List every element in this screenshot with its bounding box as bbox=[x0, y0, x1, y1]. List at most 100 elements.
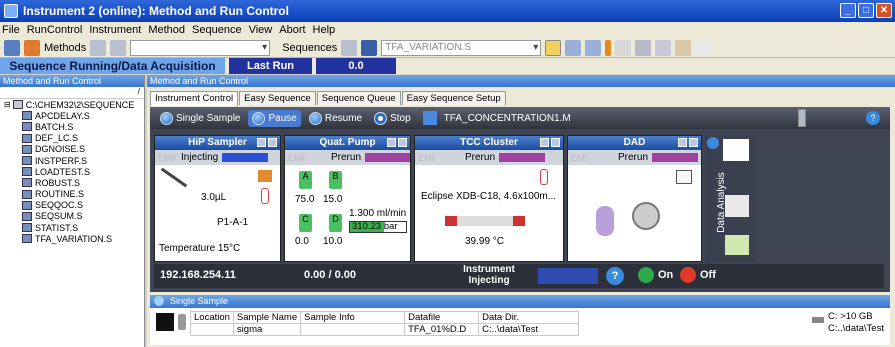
off-icon[interactable] bbox=[680, 267, 696, 283]
left-panel: Method and Run Control / ⊟ C:\CHEM32\2\SE… bbox=[0, 75, 145, 347]
modules-row: HiP Sampler EMF Injecting 3.0µL P1-A-1 Te… bbox=[154, 135, 757, 262]
dad-min-button[interactable] bbox=[678, 138, 687, 147]
preview-icon[interactable] bbox=[615, 39, 632, 56]
view3-icon[interactable] bbox=[585, 39, 602, 56]
tree-item[interactable]: DEF_LC.S bbox=[4, 133, 144, 144]
tree-item[interactable]: SEQQOC.S bbox=[4, 200, 144, 211]
chromatogram-icon bbox=[723, 139, 749, 161]
single-sample-button[interactable]: Single Sample bbox=[156, 110, 244, 127]
sequence-file-icon bbox=[22, 167, 32, 177]
single-sample-panel: Single Sample Location Sample Name Sampl… bbox=[150, 295, 890, 345]
tree-item[interactable]: ROBUST.S bbox=[4, 177, 144, 188]
info-icon[interactable] bbox=[695, 39, 712, 56]
method-icon[interactable] bbox=[24, 39, 40, 56]
menu-file[interactable]: File bbox=[2, 24, 20, 36]
view2-icon[interactable] bbox=[565, 39, 582, 56]
edit-icon[interactable] bbox=[655, 39, 672, 56]
spectrum-icon[interactable] bbox=[676, 170, 692, 184]
tab-easy-sequence-setup[interactable]: Easy Sequence Setup bbox=[401, 91, 506, 105]
tree-root[interactable]: ⊟ C:\CHEM32\2\SEQUENCE bbox=[4, 99, 144, 110]
menu-sequence[interactable]: Sequence bbox=[192, 24, 242, 36]
save-method-icon[interactable] bbox=[110, 39, 127, 56]
load-sequence-icon[interactable] bbox=[341, 39, 358, 56]
tab-sequence-queue[interactable]: Sequence Queue bbox=[316, 91, 401, 105]
help-icon[interactable]: ? bbox=[866, 111, 880, 125]
hip-sampler-module[interactable]: HiP Sampler EMF Injecting 3.0µL P1-A-1 Te… bbox=[154, 135, 281, 262]
solvent-c-value: 0.0 bbox=[295, 236, 309, 247]
layout-icon[interactable] bbox=[545, 39, 562, 56]
minimize-button[interactable]: _ bbox=[840, 3, 856, 18]
pump-header: Quat. Pump bbox=[285, 136, 410, 150]
tree-item[interactable]: APCDELAY.S bbox=[4, 110, 144, 121]
instrument-state-bar bbox=[538, 268, 598, 284]
control-bar: Single Sample Pause Resume Stop TFA_CONC… bbox=[150, 107, 890, 129]
print-icon[interactable] bbox=[635, 39, 652, 56]
tree-item[interactable]: INSTPERF.S bbox=[4, 155, 144, 166]
stop-icon bbox=[374, 111, 388, 125]
run-status-bar: Sequence Running/Data Acquisition Last R… bbox=[0, 58, 895, 74]
instrument-control-area: Single Sample Pause Resume Stop TFA_CONC… bbox=[150, 107, 890, 292]
menu-runcontrol[interactable]: RunControl bbox=[27, 24, 83, 36]
method-combo[interactable] bbox=[130, 39, 271, 56]
tree-item[interactable]: TFA_VARIATION.S bbox=[4, 233, 144, 244]
on-icon[interactable] bbox=[638, 267, 654, 283]
bar-icon[interactable] bbox=[605, 39, 612, 56]
on-button[interactable]: On bbox=[658, 269, 673, 281]
dad-status-bar bbox=[652, 153, 699, 162]
pressure-gauge: 310.23 bar bbox=[349, 221, 407, 233]
resume-icon bbox=[308, 111, 322, 125]
tcc-cluster-module[interactable]: TCC Cluster EMF Prerun Eclipse XDB-C18, 4… bbox=[414, 135, 564, 262]
tree-item[interactable]: ROUTINE.S bbox=[4, 189, 144, 200]
close-button[interactable]: ✕ bbox=[876, 3, 892, 18]
collapse-icon[interactable] bbox=[154, 296, 164, 306]
tcc-min-button[interactable] bbox=[540, 138, 549, 147]
save-sequence-icon[interactable] bbox=[361, 39, 378, 56]
menu-view[interactable]: View bbox=[249, 24, 273, 36]
maximize-button[interactable]: □ bbox=[858, 3, 874, 18]
solvent-d-bottle: D bbox=[329, 214, 342, 232]
dad-max-button[interactable] bbox=[689, 138, 698, 147]
tree-item[interactable]: BATCH.S bbox=[4, 121, 144, 132]
method-scroll[interactable] bbox=[797, 109, 806, 127]
pump-max-button[interactable] bbox=[398, 138, 407, 147]
column-icon bbox=[445, 216, 525, 226]
pump-min-button[interactable] bbox=[387, 138, 396, 147]
stop-button[interactable]: Stop bbox=[370, 110, 415, 127]
menu-help[interactable]: Help bbox=[313, 24, 336, 36]
pause-button[interactable]: Pause bbox=[248, 109, 301, 127]
pump-status-row: EMF Prerun bbox=[285, 150, 410, 165]
column-temperature: 39.99 °C bbox=[465, 236, 505, 247]
menu-instrument[interactable]: Instrument bbox=[89, 24, 141, 36]
dad-status-row: EMF Prerun bbox=[568, 150, 701, 165]
sequence-combo[interactable]: TFA_VARIATION.S bbox=[381, 39, 542, 56]
sampler-status-bar bbox=[222, 153, 269, 162]
sampler-min-button[interactable] bbox=[257, 138, 266, 147]
off-button[interactable]: Off bbox=[700, 269, 716, 281]
tools-icon[interactable] bbox=[675, 39, 692, 56]
menu-method[interactable]: Method bbox=[148, 24, 185, 36]
quat-pump-module[interactable]: Quat. Pump EMF Prerun A B 75.0 15.0 C D 0… bbox=[284, 135, 411, 262]
menu-abort[interactable]: Abort bbox=[279, 24, 305, 36]
vial-position: P1-A-1 bbox=[217, 217, 249, 228]
tab-easy-sequence[interactable]: Easy Sequence bbox=[239, 91, 316, 105]
menu-bar: File RunControl Instrument Method Sequen… bbox=[0, 22, 895, 38]
data-analysis-strip[interactable]: Data Analysis bbox=[705, 135, 757, 262]
dad-module[interactable]: DAD EMF Prerun bbox=[567, 135, 702, 262]
dad-header: DAD bbox=[568, 136, 701, 150]
view-icon[interactable] bbox=[4, 39, 20, 56]
toolbar: Methods Sequences TFA_VARIATION.S bbox=[0, 38, 895, 58]
tree-item[interactable]: DGNOISE.S bbox=[4, 144, 144, 155]
tree-item[interactable]: SEQSUM.S bbox=[4, 211, 144, 222]
tcc-max-button[interactable] bbox=[551, 138, 560, 147]
sequence-file-icon bbox=[22, 200, 32, 210]
table-row[interactable]: sigma TFA_01%D.D C:..\data\Test bbox=[190, 323, 580, 336]
sampler-max-button[interactable] bbox=[268, 138, 277, 147]
tree-item[interactable]: LOADTEST.S bbox=[4, 166, 144, 177]
tab-instrument-control[interactable]: Instrument Control bbox=[150, 91, 239, 106]
instrument-help-icon[interactable]: ? bbox=[606, 267, 624, 285]
sequence-file-icon bbox=[22, 144, 32, 154]
resume-button[interactable]: Resume bbox=[305, 110, 366, 127]
last-run-label: Last Run bbox=[229, 58, 312, 74]
load-method-icon[interactable] bbox=[90, 39, 107, 56]
tree-item[interactable]: STATIST.S bbox=[4, 222, 144, 233]
